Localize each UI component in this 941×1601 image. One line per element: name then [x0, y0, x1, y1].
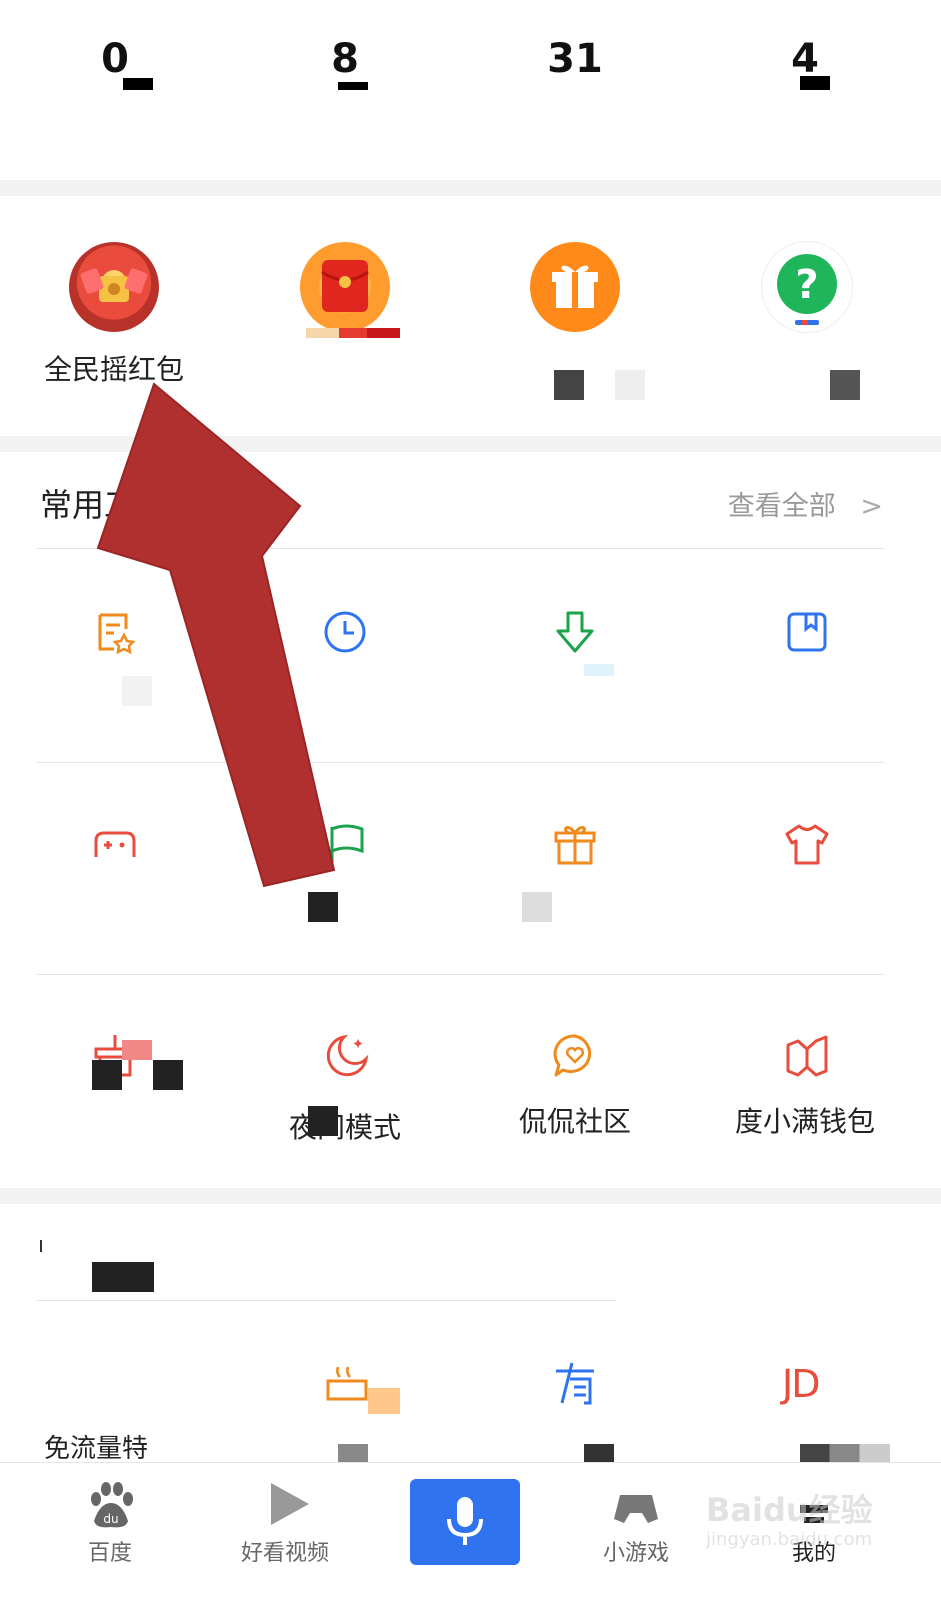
gamepad-icon — [94, 831, 136, 857]
night-mode-icon — [326, 1034, 369, 1077]
redaction — [308, 1106, 338, 1136]
tool-item[interactable]: 夜间模式 — [230, 976, 460, 1186]
tool-item[interactable] — [0, 552, 230, 762]
gift-icon — [554, 826, 596, 865]
tool-item[interactable] — [460, 552, 690, 762]
shirt-icon — [785, 824, 829, 865]
section-title: 常用工 — [40, 486, 137, 524]
redaction — [368, 1388, 400, 1414]
redaction — [800, 76, 830, 90]
section-title-line — [40, 1240, 42, 1252]
document-star-icon — [98, 613, 136, 655]
redaction — [522, 892, 552, 922]
redaction — [338, 82, 368, 90]
jd-logo-icon: JD — [782, 1362, 820, 1406]
stats-panel: 0 8 31 4 — [0, 0, 941, 180]
tool-label: 夜间模式 — [288, 1111, 401, 1144]
nav-item-home[interactable]: du 百度 — [40, 1463, 180, 1601]
tool-item[interactable] — [690, 552, 920, 762]
tool-label: 侃侃社区 — [518, 1105, 631, 1138]
wallet-icon — [786, 1035, 828, 1077]
tool-item[interactable] — [0, 764, 230, 974]
partner-label: 免流量特 — [44, 1434, 149, 1464]
redaction — [122, 1040, 152, 1060]
tool-item[interactable] — [460, 764, 690, 974]
partner-panel: 免流量特 JD — [0, 1204, 941, 1504]
view-all-link[interactable]: 查看全部 > — [728, 484, 883, 523]
tool-item[interactable]: 侃侃社区 — [460, 976, 690, 1186]
nav-item-video[interactable]: 好看视频 — [215, 1463, 355, 1601]
activity-panel: 全民摇红包 ? — [0, 196, 941, 436]
redaction — [92, 1060, 122, 1090]
play-icon — [271, 1483, 309, 1525]
watermark-brand: Baidu经验 — [706, 1491, 873, 1529]
stat-count-3[interactable]: 31 — [515, 36, 635, 82]
red-envelope-shake-icon[interactable] — [69, 242, 159, 332]
baidu-watermark: Baidu经验 jingyan.baidu.com — [706, 1485, 906, 1565]
watermark-url: jingyan.baidu.com — [706, 1529, 873, 1550]
redaction — [122, 676, 152, 706]
chevron-right-icon: > — [860, 491, 883, 522]
nav-label: 百度 — [87, 1541, 132, 1566]
redaction — [92, 1262, 154, 1292]
stat-count-2[interactable]: 8 — [285, 36, 405, 82]
redaction — [123, 78, 153, 90]
tools-panel: 常用工 查看全部 > 夜间模式 侃侃社区 度小满钱包 — [0, 452, 941, 1188]
divider — [36, 974, 885, 975]
redaction — [308, 892, 338, 922]
baidu-paw-icon: du — [91, 1482, 133, 1528]
tool-label: 度小满钱包 — [734, 1105, 875, 1138]
stat-count-1[interactable]: 0 — [55, 36, 175, 82]
clock-icon — [324, 611, 366, 653]
voice-search-button[interactable] — [410, 1479, 520, 1565]
bottom-nav: du 百度 好看视频 小游戏 我的 Baidu经验 jingyan.baidu.… — [0, 1462, 941, 1601]
flag-icon — [330, 824, 364, 863]
bookmark-icon — [787, 612, 827, 652]
redaction — [153, 1060, 183, 1090]
view-all-label: 查看全部 — [727, 491, 836, 522]
redaction — [554, 370, 584, 400]
help-question-icon[interactable]: ? — [762, 242, 852, 332]
tool-item[interactable] — [690, 764, 920, 974]
chat-heart-icon — [553, 1034, 592, 1077]
tool-item[interactable] — [0, 976, 230, 1186]
svg-text:?: ? — [795, 262, 818, 308]
red-envelope-icon[interactable] — [300, 242, 390, 332]
redaction — [615, 370, 645, 400]
tool-item[interactable] — [230, 764, 460, 974]
baidu-logo-text: du — [103, 1512, 118, 1526]
tool-item[interactable]: 度小满钱包 — [690, 976, 920, 1186]
divider — [36, 548, 885, 549]
nav-label: 好看视频 — [240, 1541, 329, 1566]
you-icon — [556, 1362, 594, 1405]
gift-icon[interactable] — [530, 242, 620, 332]
activity-label-1: 全民摇红包 — [43, 353, 184, 386]
pot-icon — [326, 1366, 368, 1401]
tool-item[interactable] — [230, 552, 460, 762]
redaction — [584, 664, 614, 676]
nav-label: 小游戏 — [602, 1541, 669, 1566]
divider — [36, 1300, 616, 1301]
gamepad-icon — [614, 1495, 658, 1523]
activity-badge — [306, 328, 400, 338]
download-icon — [556, 611, 594, 653]
nav-item-games[interactable]: 小游戏 — [566, 1463, 706, 1601]
redaction — [830, 370, 860, 400]
microphone-icon — [447, 1497, 483, 1545]
divider — [36, 762, 885, 763]
